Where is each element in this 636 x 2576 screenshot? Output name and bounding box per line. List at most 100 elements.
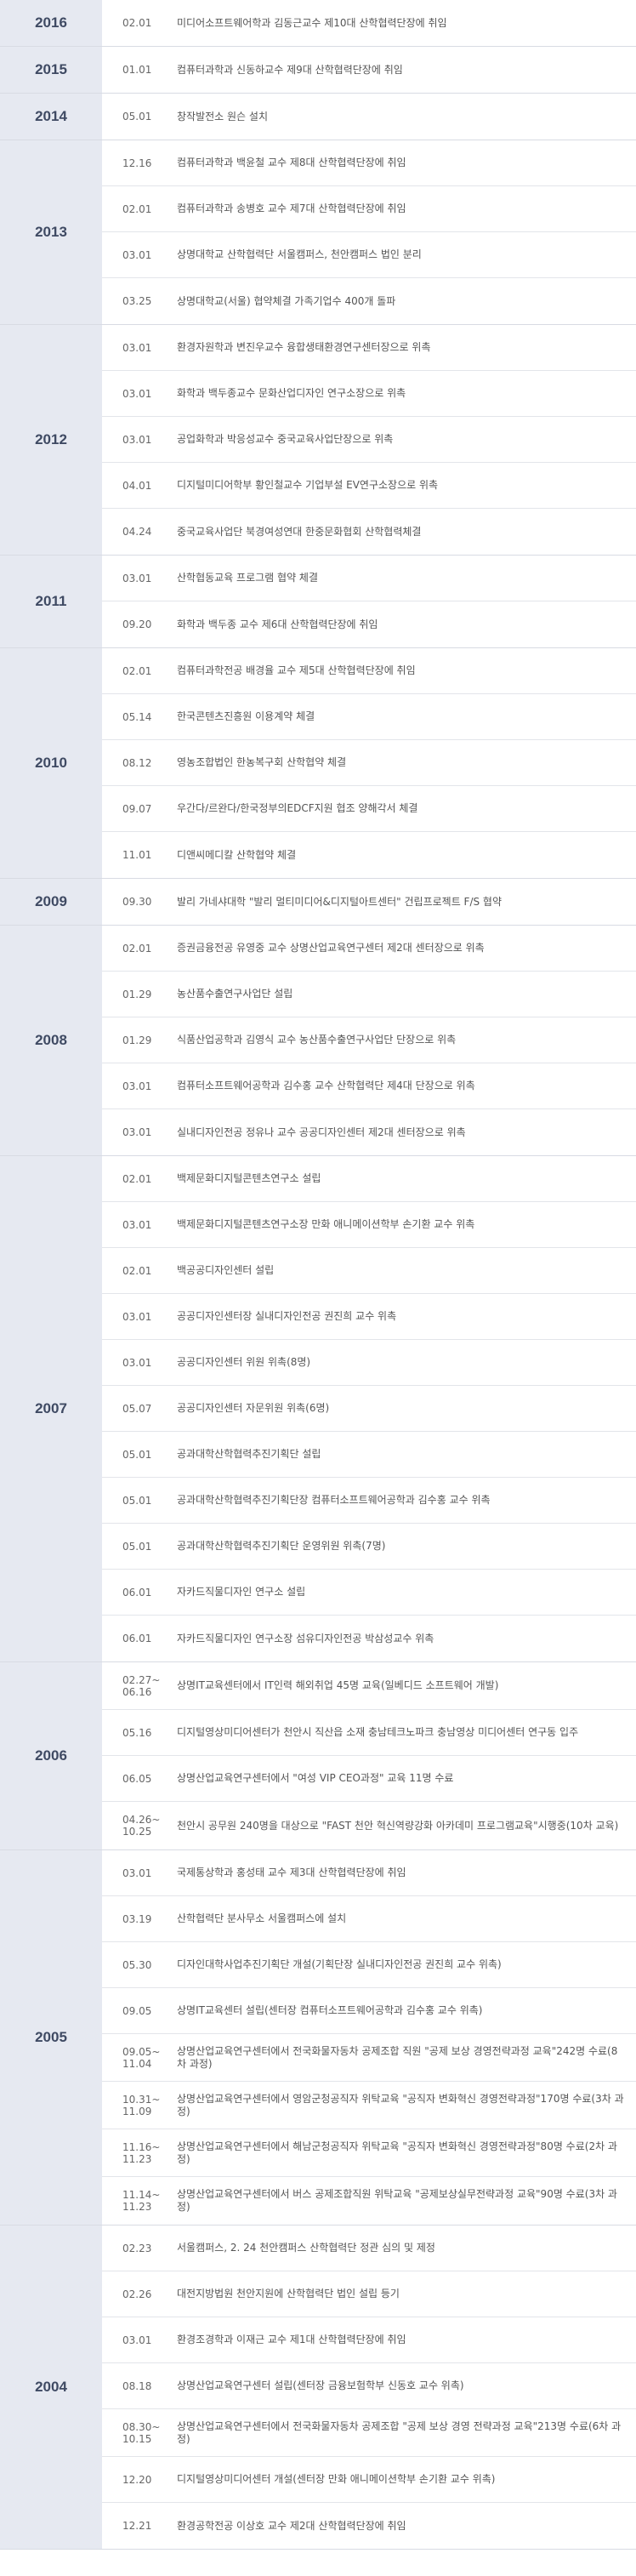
event-row: 05.16 디지털영상미디어센터가 천안시 직산읍 소재 충남테크노파크 충남영상…	[102, 1710, 636, 1756]
event-description: 상명산업교육연구센터에서 영암군청공직자 위탁교육 "공직자 변화혁신 경영전략…	[177, 2092, 624, 2117]
event-description: 농산품수출연구사업단 설립	[177, 988, 293, 1000]
event-description: 백제문화디지털콘텐츠연구소 설립	[177, 1172, 321, 1184]
event-description: 상명산업교육연구센터에서 "여성 VIP CEO과정" 교육 11명 수료	[177, 1772, 454, 1784]
year-label: 2005	[0, 1850, 102, 2225]
year-block: 2015 01.01 컴퓨터과학과 신동하교수 제9대 산학협력단장에 취임	[0, 47, 636, 94]
event-description: 상명산업교육연구센터에서 전국화물자동차 공제조합 "공제 보상 경영 전략과정…	[177, 2419, 622, 2445]
event-date: 03.01	[122, 1126, 152, 1138]
event-date: 05.16	[122, 1726, 152, 1739]
event-description: 디자인대학사업추진기획단 개설(기획단장 실내디자인전공 권진희 교수 위촉)	[177, 1958, 502, 1970]
event-date: 12.16	[122, 157, 152, 169]
event-description: 디지털영상미디어센터가 천안시 직산읍 소재 충남테크노파크 충남영상 미디어센…	[177, 1726, 579, 1738]
year-block: 2007 02.01 백제문화디지털콘텐츠연구소 설립 03.01 백제문화디지털콘텐츠…	[0, 1156, 636, 1662]
event-date: 04.24	[122, 526, 152, 538]
event-date: 03.01	[122, 341, 152, 354]
event-description: 공과대학산학협력추진기획단 운영위원 위촉(7명)	[177, 1540, 386, 1552]
event-description: 공공디자인센터 자문위원 위촉(6명)	[177, 1402, 330, 1414]
event-row: 02.26 대전지방법원 천안지원에 산학협력단 법인 설립 등기	[102, 2271, 636, 2317]
event-date: 11.16~ 11.23	[122, 2140, 161, 2165]
event-description: 미디어소프트웨어학과 김동근교수 제10대 산학협력단장에 취임	[177, 16, 447, 29]
year-block: 2013 12.16 컴퓨터과학과 백윤철 교수 제8대 산학협력단장에 취임 02.…	[0, 140, 636, 325]
event-date: 09.20	[122, 618, 152, 630]
year-label: 2008	[0, 926, 102, 1155]
event-description: 상명대학교 산학협력단 서울캠퍼스, 천안캠퍼스 법인 분리	[177, 248, 422, 260]
event-description: 디지털미디어학부 황인철교수 기업부설 EV연구소장으로 위촉	[177, 479, 439, 491]
event-row: 03.01 컴퓨터소프트웨어공학과 김수홍 교수 산학협력단 제4대 단장으로 위…	[102, 1063, 636, 1109]
event-date: 02.01	[122, 17, 152, 29]
event-row: 02.01 증권금융전공 유영중 교수 상명산업교육연구센터 제2대 센터장으로 …	[102, 926, 636, 972]
event-row: 04.24 중국교육사업단 북경여성연대 한중문화협회 산학협력체결	[102, 509, 636, 555]
event-date: 02.01	[122, 942, 152, 955]
event-date: 11.14~ 11.23	[122, 2189, 161, 2213]
year-label: 2009	[0, 879, 102, 925]
year-label: 2007	[0, 1156, 102, 1661]
event-description: 증권금융전공 유영중 교수 상명산업교육연구센터 제2대 센터장으로 위촉	[177, 942, 485, 954]
event-row: 12.20 디지털영상미디어센터 개설(센터장 만화 애니메이션학부 손기환 교수…	[102, 2457, 636, 2503]
year-block: 2010 02.01 컴퓨터과학전공 배경율 교수 제5대 산학협력단장에 취임 05…	[0, 648, 636, 879]
event-date: 03.19	[122, 1912, 152, 1925]
event-description: 산학협력단 분사무소 서울캠퍼스에 설치	[177, 1912, 347, 1924]
event-date: 09.07	[122, 802, 152, 815]
event-row: 01.29 식품산업공학과 김영식 교수 농산품수출연구사업단 단장으로 위촉	[102, 1017, 636, 1063]
event-row: 08.12 영농조합법인 한농복구회 산학협약 체결	[102, 740, 636, 786]
event-row: 03.01 상명대학교 산학협력단 서울캠퍼스, 천안캠퍼스 법인 분리	[102, 232, 636, 278]
event-row: 05.01 공과대학산학협력추진기획단 운영위원 위촉(7명)	[102, 1524, 636, 1570]
year-block: 2014 05.01 창작발전소 원슨 설치	[0, 94, 636, 140]
year-label: 2014	[0, 94, 102, 140]
event-row: 09.07 우간다/르완다/한국정부의EDCF지원 협조 양해각서 체결	[102, 786, 636, 832]
event-date: 12.20	[122, 2473, 152, 2486]
event-row: 03.01 공업화학과 박응성교수 중국교육사업단장으로 위촉	[102, 417, 636, 463]
event-date: 02.01	[122, 664, 152, 677]
year-block: 2005 03.01 국제통상학과 홍성태 교수 제3대 산학협력단장에 취임 03.…	[0, 1850, 636, 2226]
year-block: 2006 02.27~ 06.16 상명IT교육센터에서 IT인력 해외취업 45명…	[0, 1662, 636, 1850]
event-row: 03.01 화학과 백두종교수 문화산업디자인 연구소장으로 위촉	[102, 371, 636, 417]
event-row: 11.16~ 11.23 상명산업교육연구센터에서 해남군청공직자 위탁교육 "공…	[102, 2129, 636, 2177]
event-description: 컴퓨터과학과 신동하교수 제9대 산학협력단장에 취임	[177, 63, 403, 76]
event-row: 03.01 실내디자인전공 정유나 교수 공공디자인센터 제2대 센터장으로 위촉	[102, 1109, 636, 1155]
event-row: 01.01 컴퓨터과학과 신동하교수 제9대 산학협력단장에 취임	[102, 47, 636, 93]
event-description: 영농조합법인 한농복구회 산학협약 체결	[177, 756, 347, 768]
event-description: 공과대학산학협력추진기획단장 컴퓨터소프트웨어공학과 김수홍 교수 위촉	[177, 1494, 491, 1506]
event-row: 03.25 상명대학교(서울) 협약체결 가족기업수 400개 돌파	[102, 278, 636, 324]
event-row: 03.01 환경자원학과 변진우교수 융합생태환경연구센터장으로 위촉	[102, 325, 636, 371]
event-row: 02.01 백제문화디지털콘텐츠연구소 설립	[102, 1156, 636, 1202]
event-row: 02.01 백공공디자인센터 설립	[102, 1248, 636, 1294]
event-row: 02.01 컴퓨터과학과 송병호 교수 제7대 산학협력단장에 취임	[102, 186, 636, 232]
event-date: 05.30	[122, 1958, 152, 1971]
event-date: 10.31~ 11.09	[122, 2093, 161, 2117]
event-date: 03.01	[122, 387, 152, 400]
event-row: 09.05~ 11.04 상명산업교육연구센터에서 전국화물자동차 공제조합 직원…	[102, 2034, 636, 2082]
event-description: 디지털영상미디어센터 개설(센터장 만화 애니메이션학부 손기환 교수 위촉)	[177, 2473, 496, 2485]
event-row: 03.01 산학협동교육 프로그램 협약 체결	[102, 556, 636, 601]
year-label: 2015	[0, 47, 102, 93]
event-date: 01.29	[122, 988, 152, 1000]
event-date: 11.01	[122, 849, 152, 861]
event-date: 02.23	[122, 2242, 152, 2254]
event-date: 05.01	[122, 111, 152, 123]
event-row: 03.01 백제문화디지털콘텐츠연구소장 만화 애니메이션학부 손기환 교수 위촉	[102, 1202, 636, 1248]
year-label: 2011	[0, 556, 102, 647]
event-description: 백제문화디지털콘텐츠연구소장 만화 애니메이션학부 손기환 교수 위촉	[177, 1218, 475, 1230]
event-description: 컴퓨터소프트웨어공학과 김수홍 교수 산학협력단 제4대 단장으로 위촉	[177, 1080, 475, 1091]
event-row: 05.30 디자인대학사업추진기획단 개설(기획단장 실내디자인전공 권진희 교수…	[102, 1942, 636, 1988]
event-row: 06.01 자카드직물디자인 연구소장 섬유디자인전공 박삼성교수 위촉	[102, 1616, 636, 1661]
event-date: 08.12	[122, 756, 152, 769]
event-date: 12.21	[122, 2520, 152, 2532]
event-description: 우간다/르완다/한국정부의EDCF지원 협조 양해각서 체결	[177, 802, 418, 814]
history-timeline: 2016 02.01 미디어소프트웨어학과 김동근교수 제10대 산학협력단장에 취…	[0, 0, 636, 2550]
event-list: 12.16 컴퓨터과학과 백윤철 교수 제8대 산학협력단장에 취임 02.01 컴퓨…	[102, 140, 636, 324]
event-row: 02.27~ 06.16 상명IT교육센터에서 IT인력 해외취업 45명 교육(…	[102, 1662, 636, 1710]
event-date: 03.01	[122, 1080, 152, 1092]
event-date: 06.05	[122, 1772, 152, 1785]
event-description: 컴퓨터과학과 백윤철 교수 제8대 산학협력단장에 취임	[177, 157, 406, 168]
event-description: 대전지방법원 천안지원에 산학협력단 법인 설립 등기	[177, 2288, 400, 2300]
event-date: 03.01	[122, 248, 152, 261]
event-description: 한국콘텐츠진흥원 이용계약 체결	[177, 710, 315, 722]
event-description: 산학협동교육 프로그램 협약 체결	[177, 572, 319, 584]
event-list: 02.01 백제문화디지털콘텐츠연구소 설립 03.01 백제문화디지털콘텐츠연구소장…	[102, 1156, 636, 1661]
event-description: 공업화학과 박응성교수 중국교육사업단장으로 위촉	[177, 433, 394, 445]
event-date: 02.01	[122, 1264, 152, 1277]
event-row: 11.14~ 11.23 상명산업교육연구센터에서 버스 공제조합직원 위탁교육 …	[102, 2177, 636, 2225]
event-description: 컴퓨터과학전공 배경율 교수 제5대 산학협력단장에 취임	[177, 664, 416, 676]
event-row: 04.01 디지털미디어학부 황인철교수 기업부설 EV연구소장으로 위촉	[102, 463, 636, 509]
